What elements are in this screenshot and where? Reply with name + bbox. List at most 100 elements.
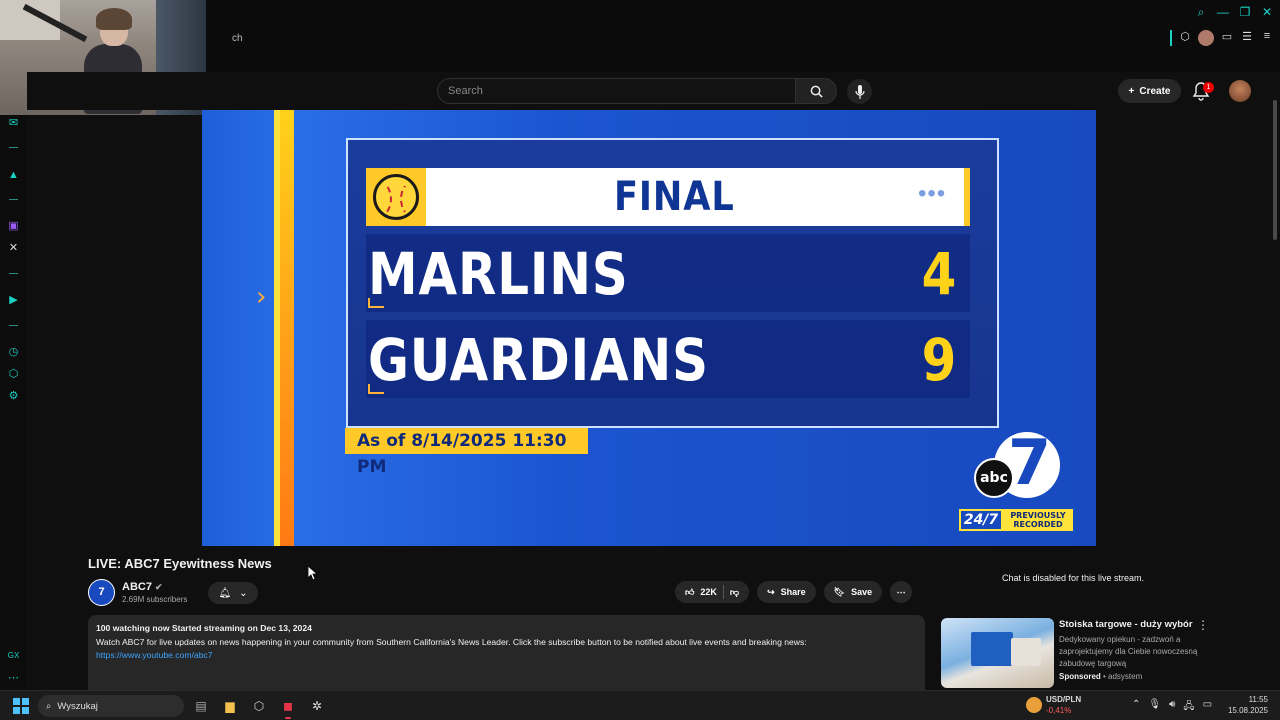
microphone-icon[interactable]: 🎙︎	[1148, 699, 1161, 716]
history-icon[interactable]: ◷	[6, 344, 21, 359]
badge-recorded-text: PREVIOUSLY RECORDED	[1003, 509, 1073, 531]
search-icon: ⌕	[46, 700, 52, 712]
restore-icon[interactable]: ❐	[1238, 5, 1252, 20]
chevron-down-icon: ⌄	[239, 587, 248, 599]
extensions-icon[interactable]: ⬡	[6, 366, 21, 381]
save-button[interactable]: 🔖︎ Save	[823, 581, 883, 603]
as-of-timestamp: As of 8/14/2025 11:30 PM	[345, 428, 588, 477]
video-player[interactable]: › FINAL ••• MARLINS 4 GUARDIANS 9 As of …	[202, 110, 1096, 546]
currency-icon	[1026, 697, 1042, 713]
profile-avatar[interactable]	[1198, 30, 1214, 46]
abc-circle: abc	[974, 458, 1014, 498]
like-dislike-group: 👍︎ 22K 👎︎	[675, 581, 750, 603]
team-name: GUARDIANS	[368, 326, 709, 394]
subscription-bell-button[interactable]: 🔔︎ ⌄	[208, 582, 258, 604]
fx-change: -0,41%	[1046, 706, 1072, 715]
opera-gx-icon[interactable]: ◼	[278, 696, 298, 719]
search-button[interactable]	[795, 78, 837, 104]
sidebar-separator	[9, 147, 18, 148]
search-icon[interactable]: ⌕	[1194, 5, 1208, 20]
x-icon[interactable]: ✕	[6, 240, 21, 255]
video-title: LIVE: ABC7 Eyewitness News	[88, 556, 272, 571]
taskbar-search[interactable]: ⌕ Wyszukaj	[38, 695, 184, 717]
messenger-icon[interactable]: ✉	[6, 115, 21, 130]
plus-icon: +	[1128, 85, 1135, 97]
ad-menu-icon[interactable]: ⋮	[1197, 618, 1209, 632]
team-row-marlins: MARLINS 4	[366, 234, 970, 312]
minimize-icon[interactable]: —	[1216, 5, 1230, 20]
row-corner-mark	[368, 384, 384, 394]
previously-recorded-badge: 24/7 PREVIOUSLY RECORDED	[959, 509, 1073, 531]
windows-start-icon[interactable]	[13, 698, 29, 714]
more-actions-button[interactable]: ⋯	[890, 581, 913, 603]
chatgpt-icon[interactable]: ✲	[307, 696, 327, 716]
like-count[interactable]: 22K	[700, 587, 717, 597]
fx-pair: USD/PLN	[1046, 695, 1082, 704]
twitch-icon[interactable]: ▣	[6, 218, 21, 233]
settings-app-icon[interactable]: ⬡	[249, 696, 269, 716]
battery-icon[interactable]: ▭	[1203, 699, 1212, 716]
ad-thumbnail[interactable]	[941, 618, 1054, 688]
dislike-icon[interactable]: 👎︎	[730, 587, 739, 598]
chevron-right-icon: ›	[256, 282, 267, 312]
file-explorer-icon[interactable]: ▆	[220, 696, 240, 716]
channel-name[interactable]: ABC7 ✔	[122, 581, 163, 593]
like-icon[interactable]: 👍︎	[685, 587, 694, 598]
description-link[interactable]: https://www.youtube.com/abc7	[96, 650, 213, 660]
gx-icon[interactable]: GX	[6, 648, 21, 663]
scoreboard: FINAL ••• MARLINS 4 GUARDIANS 9	[346, 138, 999, 428]
badge-247: 24/7	[959, 509, 1003, 531]
account-avatar[interactable]	[1229, 80, 1251, 102]
dots-indicator: •••	[918, 180, 947, 207]
chat-disabled-notice: Chat is disabled for this live stream.	[1002, 573, 1145, 583]
advertiser-name: adsystem	[1108, 672, 1143, 681]
abc7-logo: abc	[972, 426, 1062, 502]
action-bar: 👍︎ 22K 👎︎ ↪ Share 🔖︎ Save ⋯	[675, 581, 913, 603]
search-box	[437, 78, 796, 104]
create-label: Create	[1139, 85, 1171, 97]
more-icon[interactable]: ⋯	[6, 670, 21, 685]
network-icon[interactable]: 🖧︎	[1183, 699, 1194, 716]
menu-icon[interactable]: ≡	[1260, 30, 1274, 46]
easy-setup-icon[interactable]: ☰	[1240, 30, 1254, 46]
watch-metadata: LIVE: ABC7 Eyewitness News 7 ABC7 ✔ 2.69…	[27, 546, 1270, 690]
final-label: FINAL	[614, 174, 735, 220]
ad-text: Dedykowany opiekun - zadzwoń a zaprojekt…	[1059, 635, 1198, 668]
team-row-guardians: GUARDIANS 9	[366, 320, 970, 398]
channel-avatar[interactable]: 7	[88, 579, 115, 606]
divider	[722, 585, 724, 599]
notification-badge: 1	[1203, 82, 1214, 93]
chevron-up-icon[interactable]: ⌃	[1132, 699, 1140, 716]
final-bar: FINAL •••	[366, 168, 970, 226]
description-text: Watch ABC7 for live updates on news happ…	[96, 636, 807, 647]
microphone-icon	[854, 84, 865, 99]
extensions-icon[interactable]: ⬡	[1178, 30, 1192, 46]
aria-icon[interactable]: ▲	[6, 167, 21, 182]
create-button[interactable]: + Create	[1118, 79, 1181, 103]
tab-title[interactable]: ch	[232, 33, 243, 44]
sponsored-ad[interactable]: Stoiska targowe - duży wybór Dedykowany …	[941, 618, 1231, 688]
sidebar-separator	[9, 325, 18, 326]
share-button[interactable]: ↪ Share	[757, 581, 816, 603]
description-box[interactable]: 100 watching now Started streaming on De…	[88, 615, 925, 690]
clock-date: 15.08.2025	[1227, 706, 1268, 715]
clock[interactable]: 11:55 15.08.2025	[1226, 694, 1268, 716]
sidebar-separator	[9, 199, 18, 200]
save-label: Save	[851, 587, 873, 597]
task-view-icon[interactable]: ▤	[191, 696, 211, 716]
voice-search-button[interactable]	[847, 79, 872, 104]
battery-icon[interactable]: ▭	[1220, 30, 1234, 46]
channel-name-text: ABC7	[122, 581, 152, 593]
settings-icon[interactable]: ⚙	[6, 388, 21, 403]
close-icon[interactable]: ✕	[1260, 5, 1274, 20]
stock-widget[interactable]: USD/PLN -0,41%	[1026, 694, 1096, 718]
youtube-header: + Create 1	[27, 72, 1270, 110]
player-icon[interactable]: ▶	[6, 292, 21, 307]
team-score: 9	[921, 326, 956, 394]
ad-title[interactable]: Stoiska targowe - duży wybór	[1059, 619, 1193, 630]
page-scrollbar[interactable]	[1270, 72, 1280, 690]
search-input[interactable]	[438, 79, 795, 103]
taskbar-search-text: Wyszukaj	[57, 700, 98, 712]
volume-icon[interactable]: 🔊︎	[1169, 699, 1175, 716]
sidebar-accent	[1170, 30, 1172, 46]
